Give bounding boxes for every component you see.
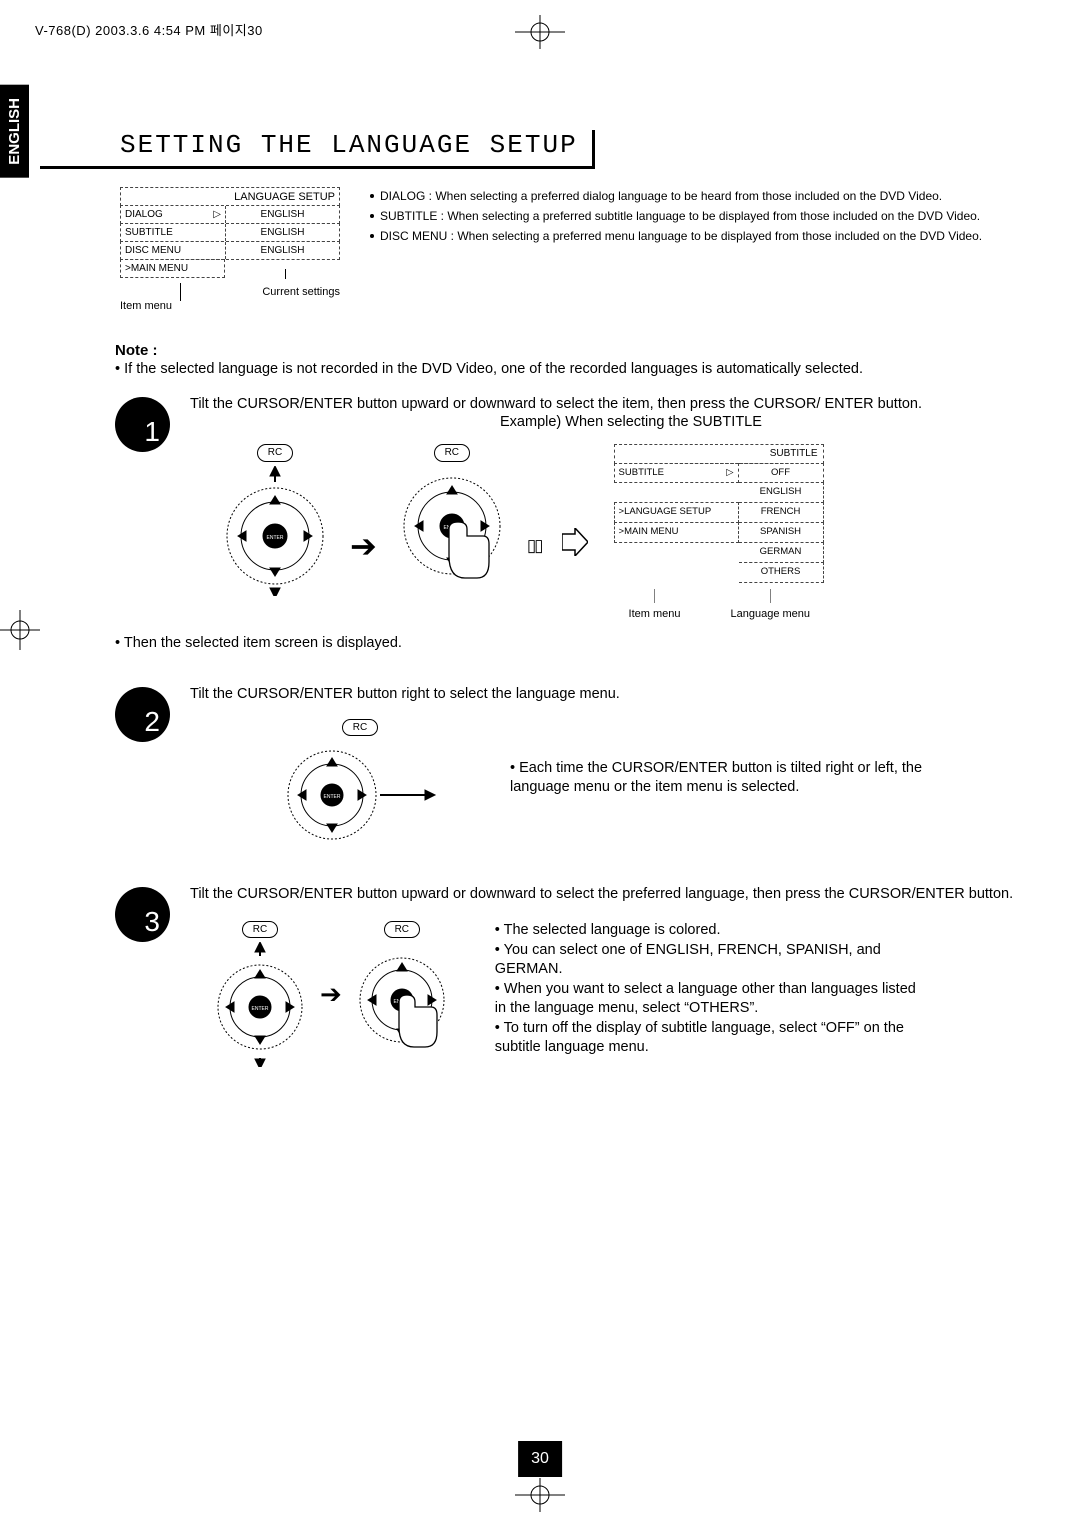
- rc-label: RC: [434, 444, 470, 462]
- subtitle-table: SUBTITLE SUBTITLE▷ OFF ENGLISH >LANGUAGE…: [614, 444, 824, 621]
- doc-header: V-768(D) 2003.3.6 4:54 PM 페이지30: [35, 20, 263, 39]
- cursor-pad-icon: ENTER: [220, 466, 330, 596]
- cap-item-menu: Item menu: [629, 607, 681, 622]
- rc-pad-updown-3: RC: [210, 921, 310, 1068]
- arrow-outline-icon: [562, 528, 588, 563]
- step2-text: Tilt the CURSOR/ENTER button right to se…: [190, 685, 1040, 705]
- note-text: • If the selected language is not record…: [115, 361, 1040, 377]
- step1-result: • Then the selected item screen is displ…: [115, 635, 1040, 651]
- step1-example: Example) When selecting the SUBTITLE: [500, 413, 1040, 433]
- rc-pad-press-3: RC ENTER: [352, 921, 452, 1068]
- opt-off: OFF: [739, 463, 824, 484]
- reg-mark-left: [0, 610, 40, 653]
- section-title: SETTING THE LANGUAGE SETUP: [40, 130, 595, 169]
- arrow-right-icon: ➔: [350, 525, 377, 568]
- step1-number: 1: [115, 397, 170, 452]
- step-3: 3 Tilt the CURSOR/ENTER button upward or…: [115, 879, 1040, 1067]
- caption-current: Current settings: [262, 286, 340, 312]
- step3-b3: • When you want to select a language oth…: [495, 980, 925, 1019]
- bracket-icon: ▯▯: [527, 535, 542, 558]
- opt-german: GERMAN: [739, 542, 824, 563]
- subtitle-label: SUBTITLE: [125, 227, 173, 238]
- step3-number: 3: [115, 887, 170, 942]
- step1-text: Tilt the CURSOR/ENTER button upward or d…: [190, 395, 1040, 415]
- svg-text:ENTER: ENTER: [324, 794, 341, 800]
- step3-b2: • You can select one of ENGLISH, FRENCH,…: [495, 941, 925, 980]
- opt-spanish: SPANISH: [739, 522, 824, 543]
- mainmenu-link: >MAIN MENU: [120, 259, 225, 278]
- rc-pad-press: RC ENTER: [397, 444, 507, 596]
- rc-label: RC: [342, 719, 378, 737]
- step-1: 1 Tilt the CURSOR/ENTER button upward or…: [115, 389, 1040, 621]
- dialog-label: DIALOG: [125, 209, 163, 220]
- reg-mark-top: [515, 15, 565, 52]
- step3-b1: • The selected language is colored.: [495, 921, 925, 941]
- bullet-subtitle: SUBTITLE : When selecting a preferred su…: [380, 207, 980, 225]
- svg-text:ENTER: ENTER: [267, 535, 284, 541]
- cursor-pad-right-icon: ENTER: [280, 740, 440, 845]
- rc-pad-right: RC ENTER: [280, 719, 440, 846]
- cap-lang-menu: Language menu: [731, 607, 811, 622]
- dialog-value: ENGLISH: [226, 206, 339, 223]
- intro-bullets: DIALOG : When selecting a preferred dial…: [370, 187, 982, 312]
- step3-text: Tilt the CURSOR/ENTER button upward or d…: [190, 885, 1040, 905]
- back-langsetup: >LANGUAGE SETUP: [614, 502, 739, 523]
- rc-pad-updown: RC: [220, 444, 330, 596]
- step3-b4: • To turn off the display of subtitle la…: [495, 1019, 925, 1058]
- opt-english: ENGLISH: [739, 482, 824, 503]
- bullet-discmenu: DISC MENU : When selecting a preferred m…: [380, 227, 982, 245]
- bullet-dialog: DIALOG : When selecting a preferred dial…: [380, 187, 942, 205]
- cursor-pad-press-icon: ENTER: [352, 942, 452, 1067]
- subtitle-value: ENGLISH: [226, 224, 339, 241]
- back-mainmenu: >MAIN MENU: [614, 522, 739, 543]
- cursor-pad-press-icon: ENTER: [397, 466, 507, 596]
- rc-label: RC: [257, 444, 293, 462]
- note-block: Note : • If the selected language is not…: [115, 342, 1040, 377]
- subtitle-table-title: SUBTITLE: [614, 444, 824, 464]
- dialog-cursor: ▷: [213, 209, 221, 220]
- note-heading: Note :: [115, 342, 1040, 359]
- language-setup-diagram: LANGUAGE SETUP DIALOG▷ ENGLISH SUBTITLE …: [120, 187, 340, 312]
- page-number: 30: [518, 1441, 562, 1477]
- caption-item-menu: Item menu: [120, 300, 172, 312]
- reg-mark-bottom: [515, 1478, 565, 1515]
- discmenu-value: ENGLISH: [226, 242, 339, 259]
- svg-text:ENTER: ENTER: [252, 1006, 269, 1012]
- cursor-pad-icon: ENTER: [210, 942, 310, 1067]
- language-tab: ENGLISH: [0, 85, 29, 178]
- discmenu-label: DISC MENU: [125, 245, 181, 256]
- lang-setup-header: LANGUAGE SETUP: [120, 187, 340, 206]
- step2-number: 2: [115, 687, 170, 742]
- step-2: 2 Tilt the CURSOR/ENTER button right to …: [115, 679, 1040, 845]
- opt-others: OTHERS: [739, 562, 824, 583]
- opt-french: FRENCH: [739, 502, 824, 523]
- step2-sidenote: • Each time the CURSOR/ENTER button is t…: [510, 759, 930, 798]
